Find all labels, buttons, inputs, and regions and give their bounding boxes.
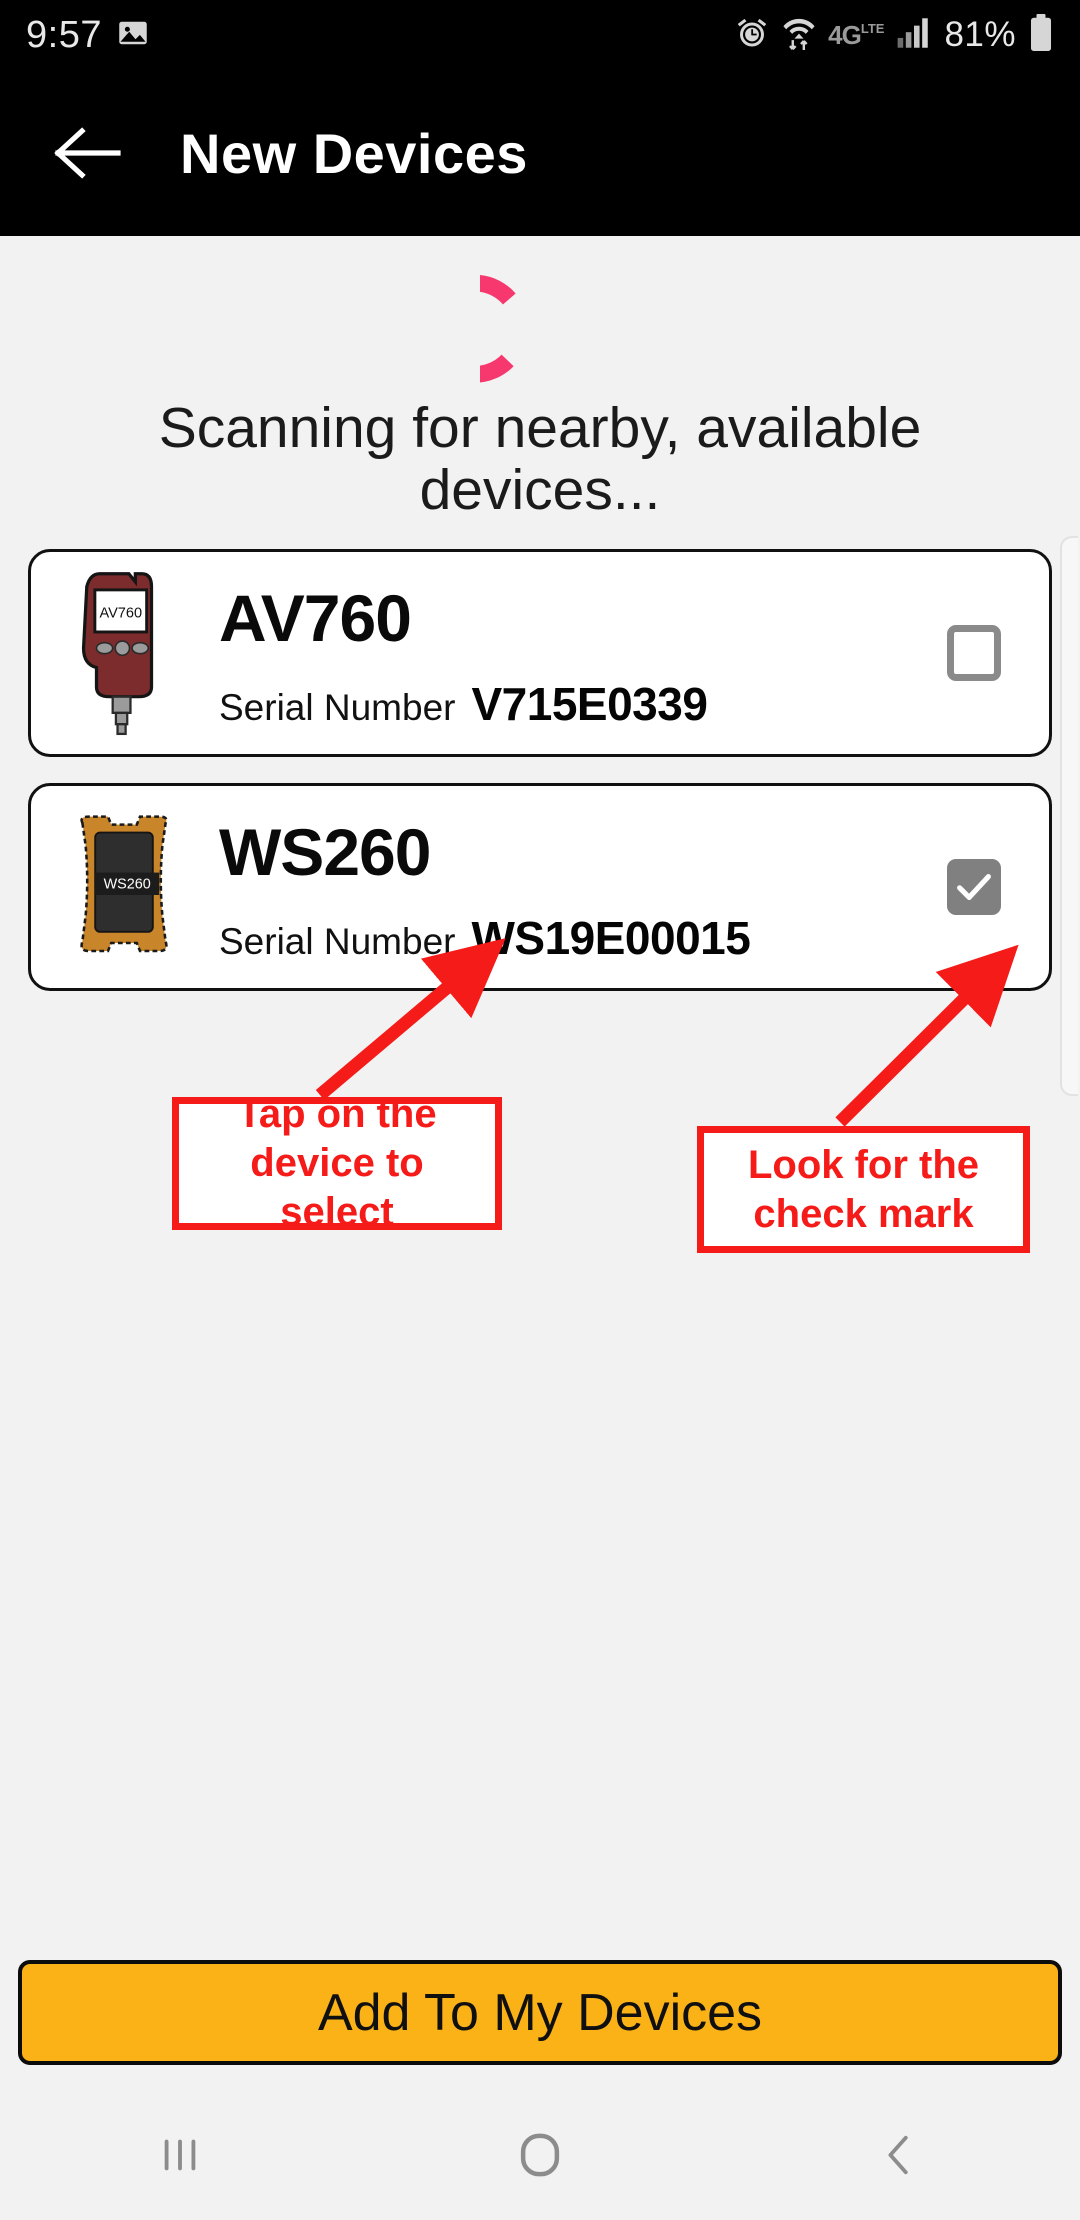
network-4glte-icon: 4G LTE — [828, 20, 885, 50]
content-area: Scanning for nearby, available devices..… — [0, 236, 1080, 1936]
scrollbar[interactable] — [1060, 536, 1078, 1096]
device-list: AV760 AV760 Serial Number V715E0339 WS26… — [0, 549, 1080, 992]
status-bar-right: 4G LTE 81% — [734, 13, 1054, 57]
ws260-meter-icon: WS260 — [39, 792, 209, 982]
add-to-my-devices-button[interactable]: Add To My Devices — [18, 1960, 1062, 2065]
phone-screen: 9:57 4G LTE 81% New Devices Scanning for… — [0, 0, 1080, 2220]
battery-percent-label: 81% — [944, 15, 1016, 54]
recents-icon[interactable] — [90, 2105, 270, 2205]
android-nav-bar — [0, 2090, 1080, 2220]
device-card-av760[interactable]: AV760 AV760 Serial Number V715E0339 — [28, 549, 1052, 758]
app-bar: New Devices — [0, 70, 1080, 236]
battery-icon — [1028, 13, 1054, 57]
device-serial-row: Serial Number WS19E00015 — [219, 911, 899, 965]
signal-icon — [896, 16, 932, 55]
wifi-icon — [782, 14, 816, 57]
svg-text:WS260: WS260 — [104, 877, 151, 893]
device-name: AV760 — [219, 581, 412, 656]
serial-value: WS19E00015 — [471, 912, 751, 965]
status-bar-clock: 9:57 — [26, 14, 102, 56]
status-bar: 9:57 4G LTE 81% — [0, 0, 1080, 70]
nav-back-icon[interactable] — [810, 2105, 990, 2205]
serial-value: V715E0339 — [471, 678, 708, 731]
page-title: New Devices — [180, 121, 528, 185]
spinner-container — [0, 236, 1080, 388]
device-card-ws260[interactable]: WS260 WS260 Serial Number WS19E00015 — [28, 783, 1052, 992]
device-name: WS260 — [219, 815, 431, 890]
checkbox-cell — [899, 859, 1049, 916]
status-bar-left: 9:57 — [26, 16, 148, 54]
device-serial-row: Serial Number V715E0339 — [219, 677, 899, 731]
back-arrow-icon[interactable] — [38, 103, 138, 203]
serial-label: Serial Number — [219, 921, 456, 963]
alarm-icon — [734, 15, 770, 56]
device-checkbox-checked[interactable] — [947, 859, 1001, 916]
home-icon[interactable] — [450, 2105, 630, 2205]
loading-spinner-icon — [480, 275, 516, 383]
device-checkbox-unchecked[interactable] — [947, 625, 1001, 682]
device-info-ws260: WS260 Serial Number WS19E00015 — [209, 786, 899, 988]
check-mark-icon — [957, 874, 991, 901]
av760-gauge-icon: AV760 — [39, 558, 209, 748]
serial-label: Serial Number — [219, 687, 456, 729]
device-info-av760: AV760 Serial Number V715E0339 — [209, 552, 899, 754]
scanning-status-text: Scanning for nearby, available devices..… — [158, 396, 922, 522]
image-icon — [118, 18, 148, 53]
svg-text:AV760: AV760 — [99, 605, 142, 621]
checkbox-cell — [899, 625, 1049, 682]
